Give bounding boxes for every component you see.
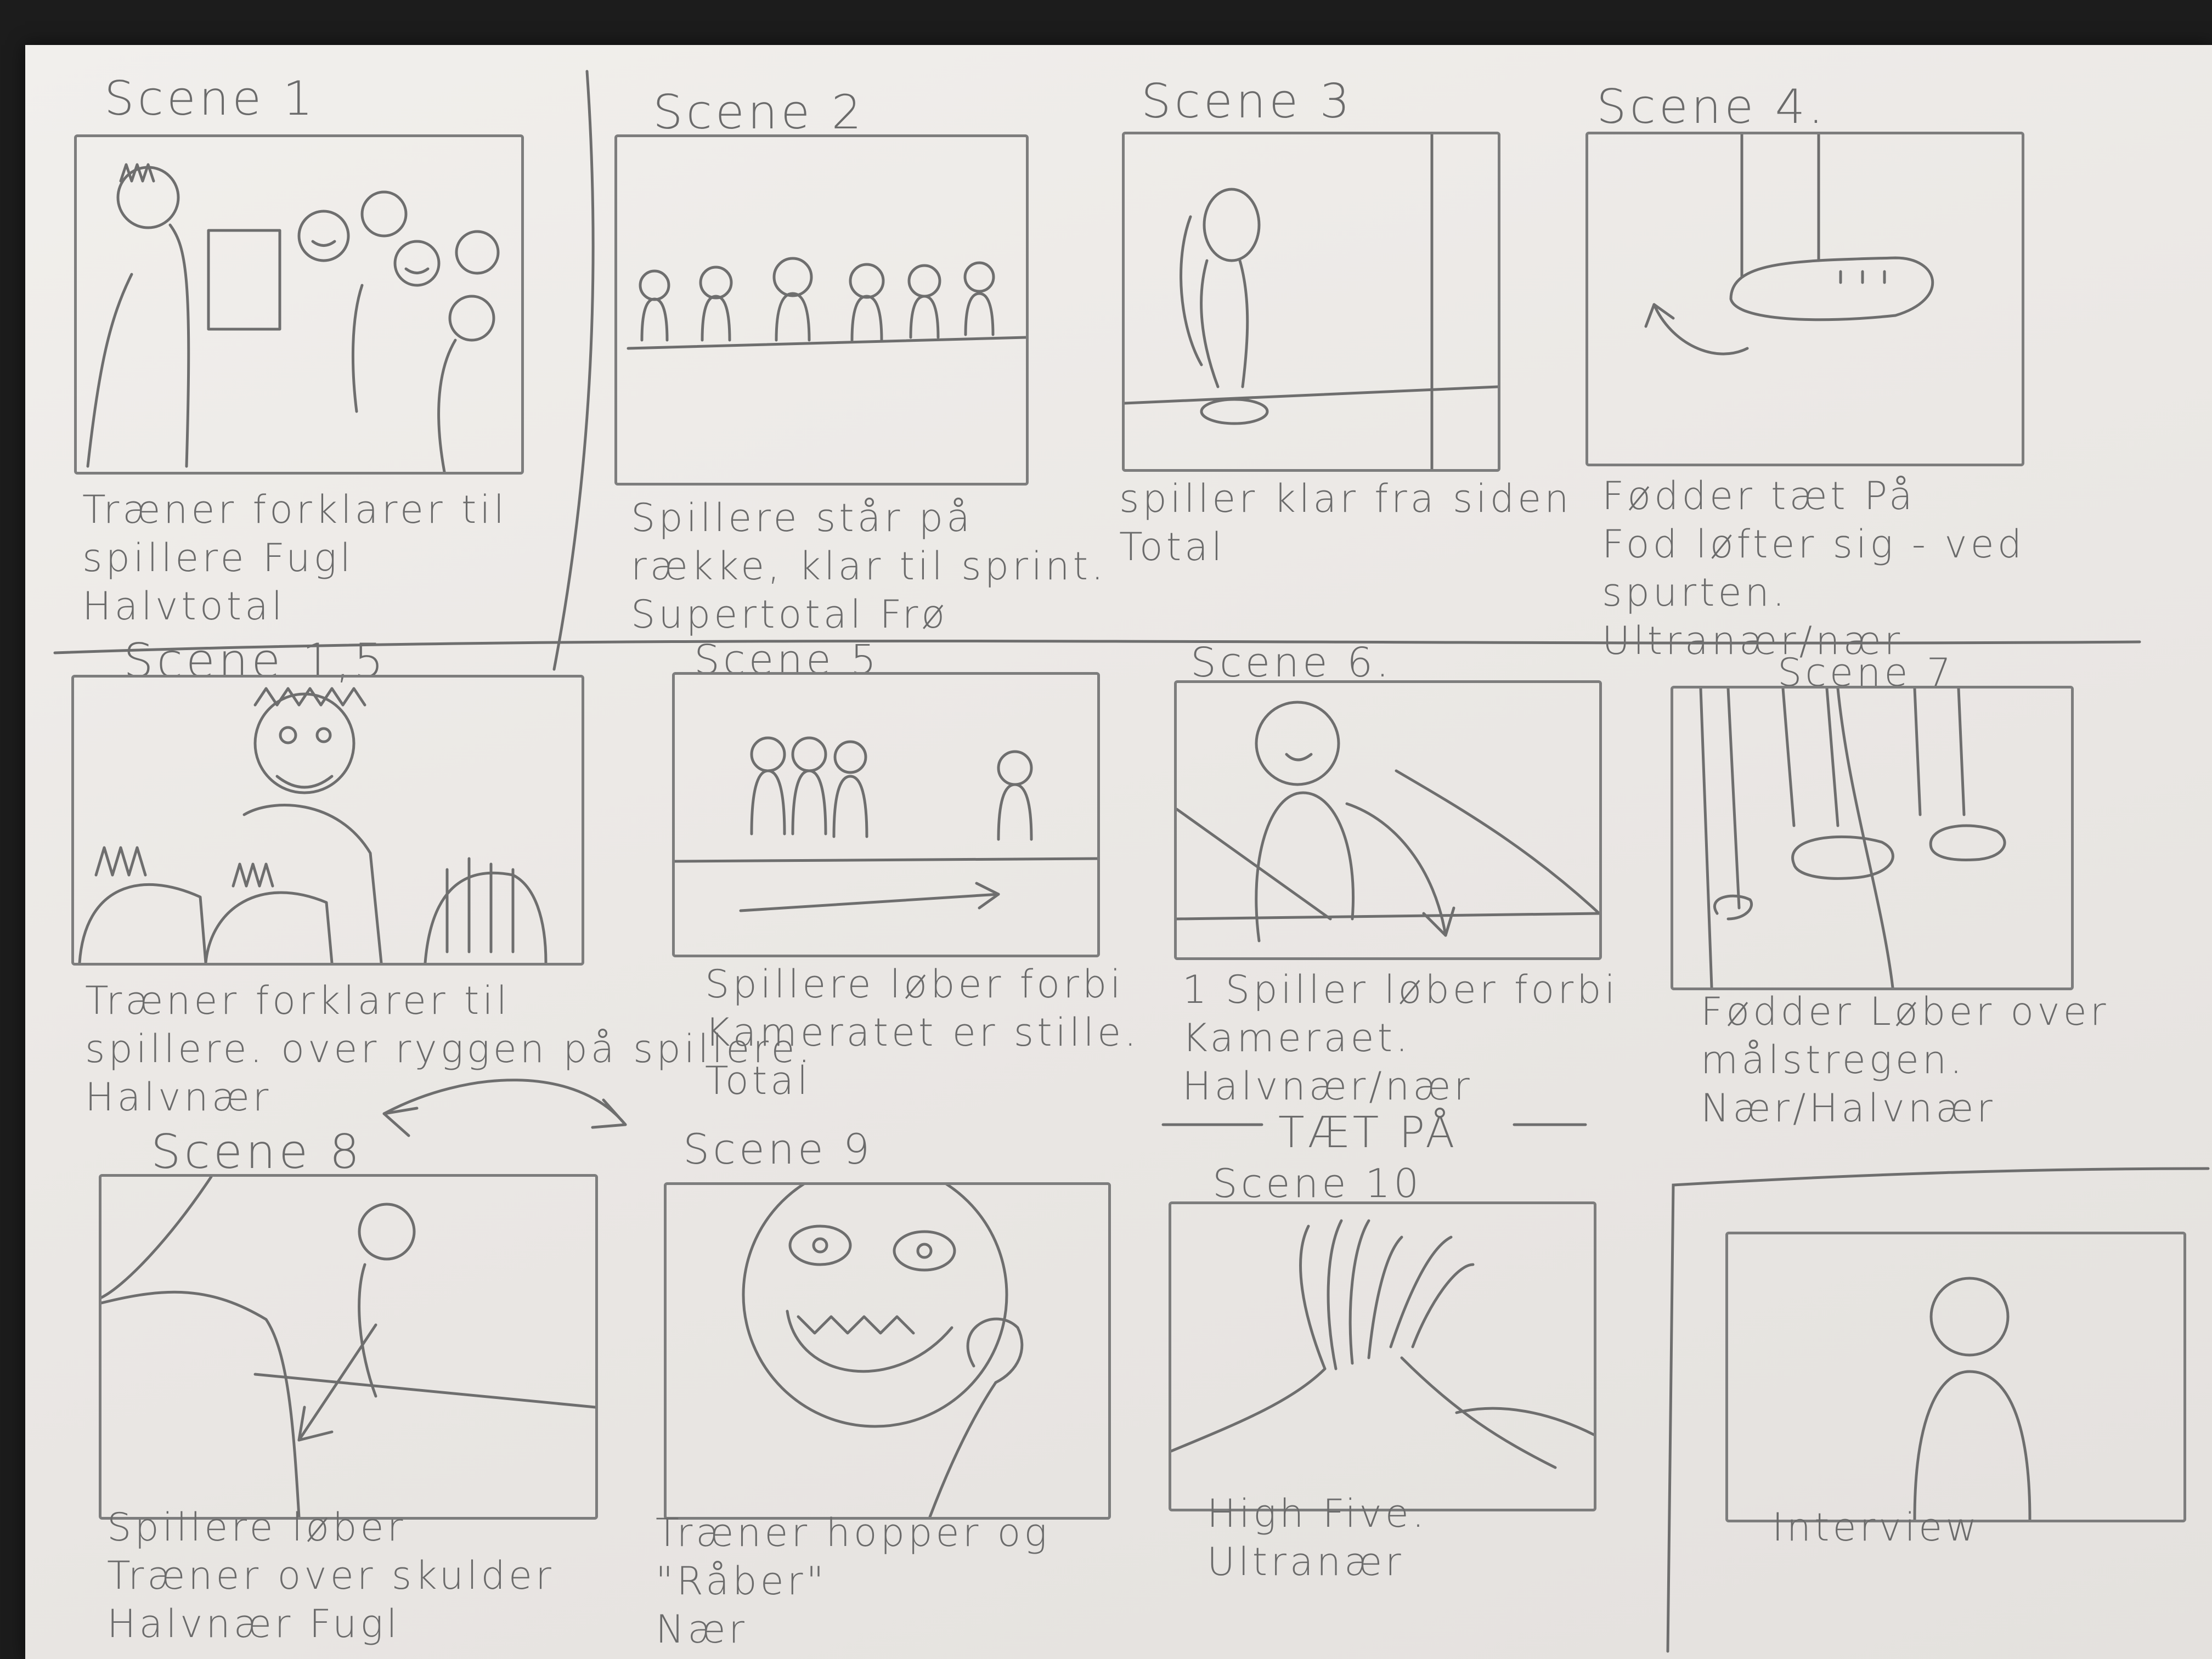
scene-2-frame	[614, 134, 1029, 486]
scene-caption: Træner hopper og "Råber" Nær	[656, 1510, 1051, 1652]
scene-5-sketch	[675, 736, 1097, 912]
tat-pa-note: TÆT PÅ	[1278, 1108, 1458, 1158]
scene-caption: Spillere står på række, klar til sprint.…	[631, 495, 1107, 637]
interview-frame	[1725, 1232, 2186, 1522]
scene-title: Scene 3	[1141, 74, 1353, 129]
scene-title: Scene 10	[1212, 1160, 1423, 1206]
scene-1-sketch	[86, 163, 500, 472]
scene-4-sketch	[1644, 134, 1934, 356]
scene-caption: Træner forklarer til spillere Fugl Halvt…	[82, 487, 508, 629]
interview-sketch	[1913, 1277, 2032, 1520]
scene-caption: Træner forklarer til spillere. over rygg…	[85, 978, 814, 1120]
scene-3-sketch	[1125, 134, 1498, 469]
scene-7-frame	[1671, 686, 2074, 990]
scene-3-frame	[1122, 132, 1500, 472]
scene-10-frame	[1169, 1201, 1596, 1511]
scene-8-sketch	[101, 1177, 595, 1517]
scene-title: Scene 9	[683, 1125, 873, 1173]
scene-title: Scene 2	[653, 85, 865, 140]
scene-caption: Interview	[1772, 1505, 1980, 1550]
scene-6-frame	[1174, 680, 1602, 960]
scene-9-sketch	[742, 1185, 1024, 1517]
scene-10-sketch	[1171, 1219, 1594, 1469]
scene-title: Scene 8	[151, 1125, 363, 1180]
scene-9-frame	[664, 1182, 1111, 1520]
scene-2-sketch	[627, 257, 1026, 350]
scene-7-sketch	[1699, 689, 2006, 988]
scene-caption: Fødder Løber over målstregen. Nær/Halvnæ…	[1701, 989, 2109, 1131]
scene-title: Scene 1	[104, 71, 317, 126]
scene-1-5-frame	[71, 675, 584, 966]
scene-title: Scene 6.	[1190, 639, 1392, 686]
scene-4-frame	[1585, 132, 2024, 466]
scene-1-5-sketch	[78, 687, 548, 963]
scene-caption: spiller klar fra siden Total	[1119, 476, 1572, 569]
scene-5-frame	[672, 672, 1100, 957]
scene-caption: High Five. Ultranær	[1207, 1491, 1428, 1584]
scene-6-sketch	[1177, 701, 1599, 943]
scene-caption: Spillere løber forbi Kameratet er stille…	[705, 962, 1140, 1103]
scene-title: Scene 4.	[1596, 80, 1827, 134]
scene-caption: 1 Spiller løber forbi Kameraet. Halvnær/…	[1182, 967, 1619, 1109]
scene-caption: Spillere løber Træner over skulder Halvn…	[107, 1505, 555, 1646]
scene-1-frame	[74, 134, 524, 475]
scene-caption: Fødder tæt På Fod løfter sig - ved spurt…	[1602, 473, 2025, 663]
scene-8-frame	[99, 1174, 598, 1520]
